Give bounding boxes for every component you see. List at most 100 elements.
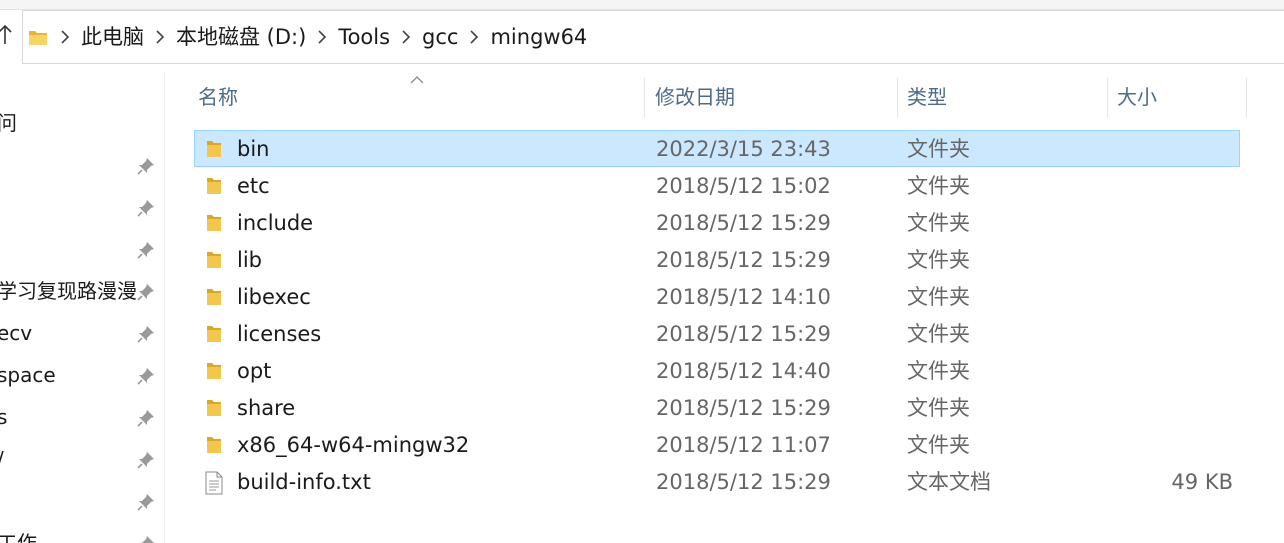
file-modified-date: 2018/5/12 14:10 (656, 285, 831, 309)
breadcrumb-gcc[interactable]: gcc (416, 22, 464, 52)
file-row[interactable]: share 2018/5/12 15:29 文件夹 (194, 389, 1240, 426)
column-header-date[interactable]: 修改日期 (647, 72, 897, 122)
file-type: 文本文档 (907, 470, 991, 494)
pin-icon[interactable] (136, 282, 156, 302)
column-header-type[interactable]: 类型 (899, 72, 1105, 122)
quick-access-item[interactable] (0, 232, 164, 266)
pin-icon[interactable] (136, 492, 156, 512)
column-divider[interactable] (1107, 78, 1108, 118)
breadcrumb-mingw64[interactable]: mingw64 (484, 22, 593, 52)
file-name: build-info.txt (237, 470, 371, 494)
folder-icon (27, 26, 49, 48)
quick-access-label: 学习复现路漫漫 (0, 279, 137, 303)
folder-icon (203, 323, 225, 345)
column-header-size[interactable]: 大小 (1109, 72, 1245, 122)
ribbon-edge (0, 0, 1284, 10)
quick-access-item[interactable]: ecv (0, 316, 164, 350)
folder-icon (203, 397, 225, 419)
file-row[interactable]: licenses 2018/5/12 15:29 文件夹 (194, 315, 1240, 352)
column-divider[interactable] (644, 78, 645, 118)
chevron-right-icon[interactable] (55, 25, 75, 49)
file-modified-date: 2018/5/12 11:07 (656, 433, 831, 457)
up-arrow-icon[interactable] (0, 22, 14, 48)
folder-icon (203, 175, 225, 197)
file-modified-date: 2018/5/12 15:29 (656, 322, 831, 346)
folder-icon (203, 212, 225, 234)
column-header-row: 名称 修改日期 类型 大小 (166, 72, 1284, 122)
file-name: bin (237, 137, 270, 161)
file-modified-date: 2018/5/12 15:29 (656, 248, 831, 272)
chevron-right-icon[interactable] (312, 25, 332, 49)
pin-icon[interactable] (136, 324, 156, 344)
file-type: 文件夹 (907, 211, 970, 235)
file-size: 49 KB (1171, 470, 1233, 494)
file-row[interactable]: opt 2018/5/12 14:40 文件夹 (194, 352, 1240, 389)
address-bar[interactable]: 此电脑 本地磁盘 (D:) Tools gcc mingw64 (22, 10, 1284, 64)
file-modified-date: 2018/5/12 15:29 (656, 470, 831, 494)
quick-access-label: 工作 (0, 531, 37, 543)
quick-access-label: ecv (0, 321, 33, 345)
navigation-pane: 问学习复现路漫漫 ecv space s / 工作 (0, 72, 165, 543)
pin-icon[interactable] (136, 534, 156, 543)
file-row[interactable]: libexec 2018/5/12 14:10 文件夹 (194, 278, 1240, 315)
quick-access-item[interactable]: s (0, 400, 164, 434)
file-explorer-window: 此电脑 本地磁盘 (D:) Tools gcc mingw64 问学习复现路漫漫… (0, 0, 1284, 543)
file-modified-date: 2018/5/12 15:29 (656, 211, 831, 235)
quick-access-item[interactable]: 学习复现路漫漫 (0, 274, 164, 308)
file-name: include (237, 211, 314, 235)
pin-icon[interactable] (136, 408, 156, 428)
quick-access-label: s (0, 400, 7, 434)
column-divider[interactable] (897, 78, 898, 118)
folder-icon (203, 360, 225, 382)
pin-icon[interactable] (136, 240, 156, 260)
folder-icon (203, 249, 225, 271)
quick-access-item[interactable] (0, 148, 164, 182)
file-row[interactable]: build-info.txt 2018/5/12 15:29 文本文档 49 KB (194, 463, 1240, 500)
breadcrumb-this-pc[interactable]: 此电脑 (75, 22, 150, 52)
chevron-right-icon[interactable] (464, 25, 484, 49)
quick-access-item[interactable]: 工作 (0, 526, 164, 543)
pin-icon[interactable] (136, 156, 156, 176)
pin-icon[interactable] (136, 450, 156, 470)
sort-ascending-icon (410, 70, 424, 84)
column-divider[interactable] (1246, 78, 1247, 118)
file-row[interactable]: lib 2018/5/12 15:29 文件夹 (194, 241, 1240, 278)
pin-icon[interactable] (136, 366, 156, 386)
quick-access-item[interactable]: 问 (0, 106, 164, 140)
quick-access-item[interactable] (0, 190, 164, 224)
file-type: 文件夹 (907, 433, 970, 457)
file-name: licenses (237, 322, 322, 346)
text-file-icon (203, 471, 225, 495)
pin-icon[interactable] (136, 198, 156, 218)
breadcrumb-local-disk[interactable]: 本地磁盘 (D:) (170, 22, 312, 52)
file-type: 文件夹 (907, 396, 970, 420)
chevron-right-icon[interactable] (150, 25, 170, 49)
file-name: lib (237, 248, 262, 272)
file-type: 文件夹 (907, 248, 970, 272)
file-type: 文件夹 (907, 359, 970, 383)
file-row[interactable]: bin 2022/3/15 23:43 文件夹 (194, 130, 1240, 167)
folder-icon (203, 286, 225, 308)
file-modified-date: 2018/5/12 15:29 (656, 396, 831, 420)
quick-access-item[interactable]: / (0, 442, 164, 476)
file-modified-date: 2018/5/12 15:02 (656, 174, 831, 198)
quick-access-item[interactable] (0, 484, 164, 518)
file-row[interactable]: x86_64-w64-mingw32 2018/5/12 11:07 文件夹 (194, 426, 1240, 463)
file-row[interactable]: include 2018/5/12 15:29 文件夹 (194, 204, 1240, 241)
file-modified-date: 2018/5/12 14:40 (656, 359, 831, 383)
file-modified-date: 2022/3/15 23:43 (656, 137, 831, 161)
quick-access-label: / (0, 442, 4, 476)
file-name: opt (237, 359, 272, 383)
breadcrumb-tools[interactable]: Tools (332, 22, 396, 52)
file-type: 文件夹 (907, 137, 970, 161)
chevron-right-icon[interactable] (396, 25, 416, 49)
file-row[interactable]: etc 2018/5/12 15:02 文件夹 (194, 167, 1240, 204)
folder-icon (203, 434, 225, 456)
folder-icon (203, 138, 225, 160)
file-type: 文件夹 (907, 174, 970, 198)
quick-access-item[interactable]: space (0, 358, 164, 392)
file-type: 文件夹 (907, 285, 970, 309)
file-name: libexec (237, 285, 311, 309)
quick-access-label: 问 (0, 106, 17, 140)
file-name: x86_64-w64-mingw32 (237, 433, 470, 457)
